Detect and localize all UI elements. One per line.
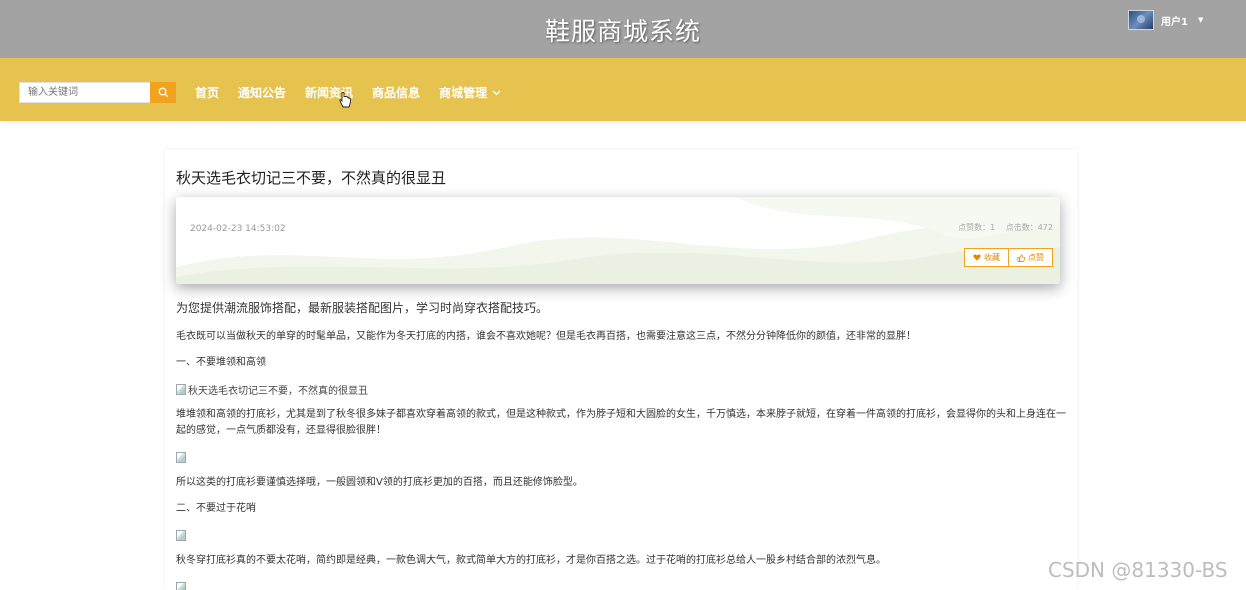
article-title: 秋天选毛衣切记三不要，不然真的很显丑: [176, 169, 447, 187]
publish-date: 2024-02-23 14:53:02: [190, 224, 286, 234]
csdn-watermark: CSDN @81330-BS: [1048, 558, 1228, 582]
broken-image-icon: [176, 529, 186, 541]
heart-icon: [973, 254, 981, 261]
chevron-down-icon: [492, 90, 501, 95]
article-stats: 点赞数：1 点击数：472: [950, 222, 1053, 233]
broken-image-with-alt: 秋天选毛衣切记三不要，不然真的很显丑: [176, 381, 1071, 397]
broken-image: [176, 449, 1071, 465]
broken-image: [176, 527, 1071, 543]
favorite-label: 收藏: [984, 253, 1000, 262]
article-intro: 为您提供潮流服饰搭配，最新服装搭配图片，学习时尚穿衣搭配技巧。: [176, 301, 549, 315]
nav-item-home[interactable]: 首页: [195, 84, 219, 101]
search-icon: [158, 87, 168, 98]
paragraph-3: 所以这类的打底衫要谨慎选择哦，一般圆领和V领的打底衫更加的百搭，而且还能修饰脸型…: [176, 477, 583, 488]
favorite-button[interactable]: 收藏: [964, 248, 1009, 267]
broken-image-icon: [176, 581, 186, 590]
image-alt-text: 秋天选毛衣切记三不要，不然真的很显丑: [188, 385, 368, 397]
caret-down-icon: ▼: [1197, 16, 1204, 24]
nav-links: 首页 通知公告 新闻资讯 商品信息 商城管理: [195, 82, 520, 103]
paragraph-2: 堆堆领和高领的打底衫，尤其是到了秋冬很多妹子都喜欢穿着高领的款式，但是这种款式，…: [176, 409, 1066, 436]
user-menu[interactable]: 用户1 ▼: [1128, 10, 1203, 30]
nav-item-products[interactable]: 商品信息: [372, 84, 420, 101]
broken-image-icon: [176, 451, 186, 463]
like-button[interactable]: 点赞: [1009, 248, 1053, 267]
broken-image: [176, 579, 1071, 590]
nav-item-notices[interactable]: 通知公告: [238, 84, 286, 101]
broken-image-icon: [176, 383, 186, 395]
top-header: 鞋服商城系统 用户1 ▼: [0, 0, 1246, 58]
site-title: 鞋服商城系统: [544, 17, 701, 46]
wave-background-decoration: [176, 197, 1060, 284]
like-count: 点赞数：1: [958, 223, 996, 232]
article-content: 为您提供潮流服饰搭配，最新服装搭配图片，学习时尚穿衣搭配技巧。 毛衣既可以当做秋…: [176, 300, 1071, 590]
hand-cursor-icon: [339, 92, 351, 108]
paragraph-1: 毛衣既可以当做秋天的单穿的时髦单品，又能作为冬天打底的内搭，谁会不喜欢她呢？但是…: [176, 331, 916, 342]
article-actions: 收藏 点赞: [964, 248, 1053, 267]
click-count: 点击数：472: [1005, 223, 1053, 232]
nav-bar: 首页 通知公告 新闻资讯 商品信息 商城管理: [0, 58, 1246, 121]
paragraph-4: 秋冬穿打底衫真的不要太花哨，简约即是经典，一款色调大气，款式简单大方的打底衫，才…: [176, 555, 886, 566]
nav-item-shop-admin[interactable]: 商城管理: [439, 84, 501, 101]
section-heading-1: 一、不要堆领和高领: [176, 357, 266, 368]
like-label: 点赞: [1028, 253, 1044, 262]
thumbs-up-icon: [1017, 253, 1025, 262]
search-input[interactable]: [19, 82, 151, 103]
article-meta-box: 2024-02-23 14:53:02 点赞数：1 点击数：472 收藏 点赞: [176, 197, 1060, 284]
section-heading-2: 二、不要过于花哨: [176, 503, 256, 514]
avatar: [1128, 10, 1154, 30]
article-card: 秋天选毛衣切记三不要，不然真的很显丑 2024-02-23 14:53:02 点…: [165, 150, 1077, 590]
user-name: 用户1: [1161, 16, 1188, 28]
search-button[interactable]: [150, 82, 176, 103]
nav-item-shop-admin-label: 商城管理: [439, 86, 488, 100]
